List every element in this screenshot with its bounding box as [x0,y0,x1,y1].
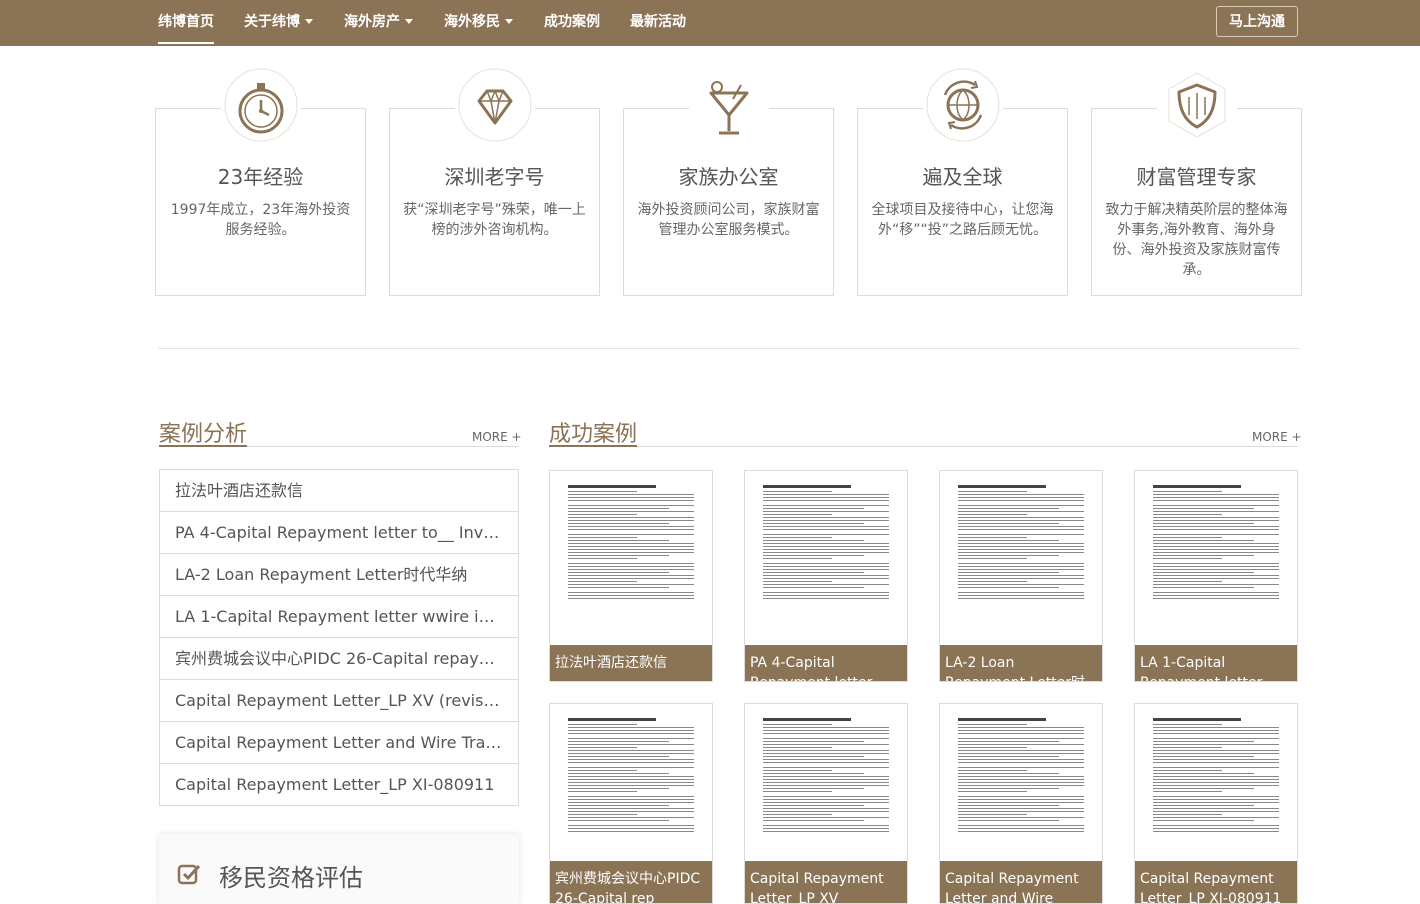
nav-home[interactable]: 纬博首页 [158,0,214,46]
case-card[interactable]: 宾州费城会议中心PIDC 26-Capital rep [549,703,713,904]
nav-about[interactable]: 关于纬博 [244,0,313,46]
case-card[interactable]: 拉法叶酒店还款信 [549,470,713,682]
feature-title: 23年经验 [217,165,304,189]
case-card-caption: LA-2 Loan Repayment Letter时代华纳 [940,645,1102,681]
list-item[interactable]: 拉法叶酒店还款信 [159,469,519,512]
nav-cases[interactable]: 成功案例 [544,0,600,46]
section-underline [549,445,1299,447]
case-card-caption: 拉法叶酒店还款信 [550,645,712,681]
list-item[interactable]: Capital Repayment Letter_LP XV (revised) [159,680,519,722]
document-thumbnail [568,485,694,601]
shield-icon [1156,65,1237,145]
feature-title: 财富管理专家 [1136,165,1257,189]
list-item[interactable]: 宾州费城会议中心PIDC 26-Capital repayment [159,638,519,680]
feature-title: 遍及全球 [922,165,1003,189]
feature-card-wealth: 财富管理专家 致力于解决精英阶层的整体海外事务,海外教育、海外身份、海外投资及家… [1091,65,1302,296]
list-item[interactable]: Capital Repayment Letter_LP XI-080911 [159,764,519,806]
case-card[interactable]: Capital Repayment Letter_LP XV (revised) [744,703,908,904]
contact-button[interactable]: 马上沟通 [1216,6,1298,37]
checkbox-checked-icon [177,864,201,885]
case-analysis-list: 拉法叶酒店还款信 PA 4-Capital Repayment letter t… [159,469,519,806]
success-cases-title: 成功案例 [549,422,638,447]
nav-events[interactable]: 最新活动 [630,0,686,46]
nav-property[interactable]: 海外房产 [344,0,413,46]
globe-icon [922,65,1003,145]
list-item[interactable]: PA 4-Capital Repayment letter to__ Inves… [159,512,519,554]
list-item[interactable]: LA-2 Loan Repayment Letter时代华纳 [159,554,519,596]
top-nav: 纬博首页 关于纬博 海外房产 海外移民 成功案例 最新活动 马上沟通 [0,0,1420,46]
document-thumbnail [568,718,694,834]
case-card[interactable]: LA-2 Loan Repayment Letter时代华纳 [939,470,1103,682]
case-card[interactable]: LA 1-Capital Repayment letter wwire inst… [1134,470,1298,682]
stopwatch-icon [220,65,301,145]
section-divider [158,348,1300,349]
case-card[interactable]: Capital Repayment Letter_LP XI-080911 [1134,703,1298,904]
caret-down-icon [405,18,413,24]
case-card[interactable]: Capital Repayment Letter and Wire Transf… [939,703,1103,904]
document-thumbnail [763,718,889,834]
success-cases-more-link[interactable]: MORE + [1252,430,1302,444]
feature-card-experience: 23年经验 1997年成立，23年海外投资服务经验。 [155,65,366,296]
assessment-title: 移民资格评估 [219,864,363,892]
document-thumbnail [1153,485,1279,601]
feature-title: 家族办公室 [678,165,779,189]
feature-desc: 获“深圳老字号”殊荣，唯一上榜的涉外咨询机构。 [403,202,586,238]
diamond-icon [454,65,535,145]
caret-down-icon [305,18,313,24]
feature-title: 深圳老字号 [444,165,545,189]
feature-card-global: 遍及全球 全球项目及接待中心，让您海外“移”“投”之路后顾无忧。 [857,65,1068,296]
section-underline [159,445,519,447]
nav-immigration[interactable]: 海外移民 [444,0,513,46]
case-card[interactable]: PA 4-Capital Repayment letter to__ Inves… [744,470,908,682]
document-thumbnail [1153,718,1279,834]
case-card-caption: PA 4-Capital Repayment letter to__ Inves… [745,645,907,681]
feature-card-brand: 深圳老字号 获“深圳老字号”殊荣，唯一上榜的涉外咨询机构。 [389,65,600,296]
caret-down-icon [505,18,513,24]
feature-desc: 1997年成立，23年海外投资服务经验。 [170,202,351,238]
document-thumbnail [958,718,1084,834]
case-analysis-more-link[interactable]: MORE + [472,430,522,444]
feature-desc: 海外投资顾问公司，家族财富管理办公室服务模式。 [637,202,820,238]
feature-desc: 致力于解决精英阶层的整体海外事务,海外教育、海外身份、海外投资及家族财富传承。 [1105,202,1288,278]
list-item[interactable]: Capital Repayment Letter and Wire Transf… [159,722,519,764]
case-analysis-title: 案例分析 [159,422,248,447]
case-card-caption: Capital Repayment Letter_LP XV (revised) [745,861,907,903]
document-thumbnail [763,485,889,601]
feature-card-family-office: 家族办公室 海外投资顾问公司，家族财富管理办公室服务模式。 [623,65,834,296]
case-card-caption: 宾州费城会议中心PIDC 26-Capital rep [550,861,712,903]
case-card-caption: LA 1-Capital Repayment letter wwire inst… [1135,645,1297,681]
cocktail-icon [688,65,769,145]
document-thumbnail [958,485,1084,601]
case-card-caption: Capital Repayment Letter_LP XI-080911 [1135,861,1297,903]
feature-desc: 全球项目及接待中心，让您海外“移”“投”之路后顾无忧。 [871,202,1054,238]
list-item[interactable]: LA 1-Capital Repayment letter wwire inst… [159,596,519,638]
case-card-caption: Capital Repayment Letter and Wire Transf… [940,861,1102,903]
assessment-panel[interactable]: 移民资格评估 [159,834,519,904]
